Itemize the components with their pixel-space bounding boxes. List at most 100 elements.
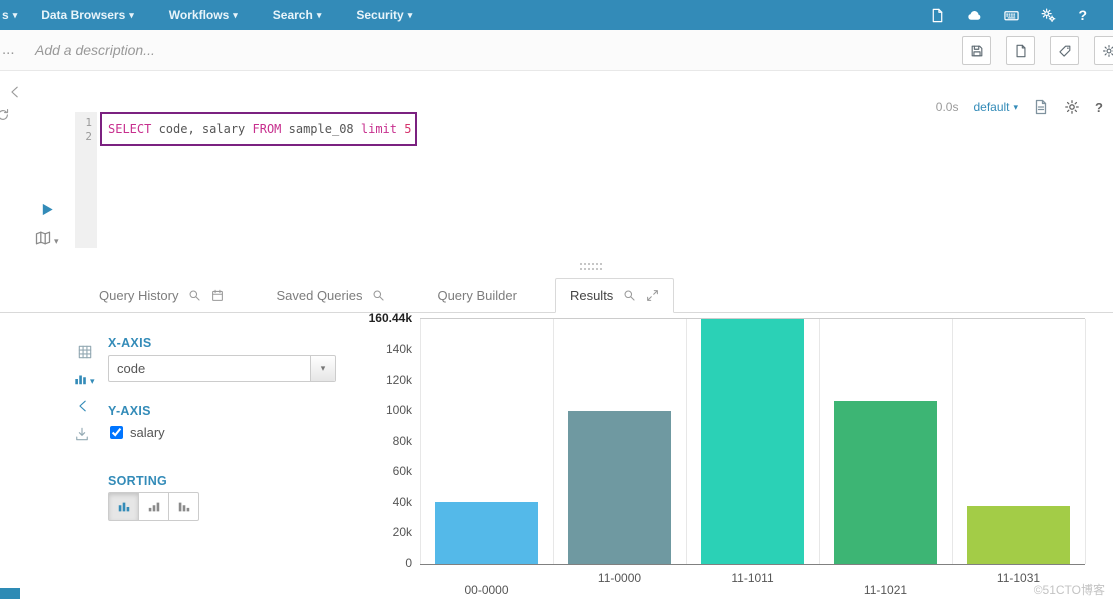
line-number: 2 (85, 130, 92, 143)
x-tick-label: 11-1021 (863, 583, 908, 597)
x-tick-label: 00-0000 (464, 583, 509, 597)
nav-item-label: s (2, 8, 9, 22)
y-tick-label: 160.44k (368, 311, 412, 325)
map-icon[interactable]: ▾ (35, 230, 59, 246)
nav-item-data-browsers[interactable]: Data Browsers ▾ (41, 8, 134, 22)
nav-item-label: Data Browsers (41, 8, 126, 22)
expand-icon[interactable] (646, 289, 659, 302)
watermark: ©51CTO博客 (1033, 583, 1105, 597)
chart-bar-11-1011[interactable] (700, 319, 805, 564)
nav-item-workflows[interactable]: Workflows ▾ (169, 8, 238, 22)
tags-button[interactable] (1050, 36, 1079, 65)
y-tick-label: 100k (385, 403, 412, 417)
keyboard-icon[interactable] (1004, 8, 1020, 23)
select-dropdown-button[interactable]: ▾ (310, 356, 335, 381)
cloud-icon[interactable] (967, 8, 982, 23)
sorting-heading: SORTING (108, 474, 168, 488)
chart-bar-11-1031[interactable] (966, 506, 1071, 564)
salary-label: salary (130, 425, 165, 440)
app-window: s ▾ Data Browsers ▾ Workflows ▾ Search ▾… (0, 0, 1113, 599)
gridline (819, 319, 820, 564)
download-icon[interactable] (75, 427, 89, 441)
chart-bar-11-1021[interactable] (833, 401, 938, 564)
nav-item-label: Security (356, 8, 404, 22)
code-area[interactable]: SELECT code, salary FROM sample_08 limit… (97, 112, 1113, 248)
nav-item-label: Search (272, 8, 313, 22)
gridline (1085, 319, 1086, 564)
tab-label: Results (569, 288, 614, 303)
nav-item-label: Workflows (168, 8, 230, 22)
chart-bar-00-0000[interactable] (434, 502, 539, 564)
y-tick-label: 120k (385, 373, 412, 387)
gears-icon[interactable] (1041, 8, 1056, 23)
sort-descending-button[interactable] (168, 492, 199, 521)
refresh-icon[interactable] (0, 108, 10, 122)
line-number: 1 (85, 116, 92, 129)
x-axis-selected-value: code (117, 361, 146, 376)
y-axis-series-row: salary (110, 425, 165, 440)
results-tabbar: Query History Saved Queries Query Builde… (0, 278, 1113, 313)
description-toolbar: ... Add a description... (0, 30, 1113, 71)
tab-query-builder[interactable]: Query Builder (423, 278, 530, 312)
save-button[interactable] (962, 36, 991, 65)
line-number-gutter: 1 2 (75, 112, 97, 248)
file-browser-icon[interactable] (930, 8, 945, 23)
help-icon[interactable]: ? (1078, 7, 1087, 23)
chart-bar-11-0000[interactable] (567, 411, 672, 564)
sql-number: 5 (404, 122, 412, 136)
y-tick-label: 20k (392, 525, 412, 539)
search-icon[interactable] (188, 289, 201, 302)
sql-keyword: SELECT (108, 122, 159, 136)
salary-checkbox[interactable] (110, 426, 123, 439)
results-panel: ▾ X-AXIS code ▾ Y-AXIS salary SORTING 0 … (0, 311, 1113, 599)
sql-identifier: code, salary (158, 122, 253, 136)
caret-down-icon: ▾ (90, 376, 95, 386)
x-axis-select[interactable]: code ▾ (108, 355, 336, 382)
corner-widget[interactable] (0, 588, 20, 599)
chart-y-axis: 0 20k 40k 60k 80k 100k 120k 140k 160.44k (336, 311, 412, 570)
sort-ascending-button[interactable] (138, 492, 169, 521)
sorting-buttons (108, 492, 199, 521)
gridline (553, 319, 554, 564)
chart-plot (420, 318, 1086, 565)
execute-button[interactable] (40, 202, 55, 217)
sql-keyword: FROM (252, 122, 289, 136)
bar-chart-icon[interactable]: ▾ (74, 372, 95, 386)
tab-label: Query History (99, 287, 179, 303)
tab-saved-queries[interactable]: Saved Queries (262, 278, 399, 312)
tab-label: Saved Queries (276, 287, 363, 303)
x-tick-label: 11-0000 (597, 571, 642, 585)
grid-view-icon[interactable] (78, 345, 92, 359)
chevron-left-icon[interactable] (76, 399, 90, 413)
search-icon[interactable] (372, 289, 385, 302)
search-icon[interactable] (623, 289, 636, 302)
settings-button[interactable] (1094, 36, 1113, 65)
caret-down-icon: ▾ (129, 9, 134, 20)
caret-down-icon: ▾ (320, 363, 326, 373)
panel-resizer-grip[interactable] (580, 263, 602, 270)
caret-down-icon: ▾ (407, 9, 413, 20)
y-tick-label: 140k (385, 342, 412, 356)
nav-item-partial[interactable]: s ▾ (2, 8, 17, 22)
new-document-button[interactable] (1006, 36, 1035, 65)
caret-down-icon: ▾ (316, 9, 322, 20)
description-input[interactable]: Add a description... (35, 42, 155, 58)
caret-down-icon: ▾ (233, 9, 238, 20)
calendar-icon[interactable] (211, 289, 224, 302)
y-tick-label: 60k (392, 464, 412, 478)
x-axis-heading: X-AXIS (108, 336, 152, 350)
y-tick-label: 0 (405, 556, 412, 570)
y-tick-label: 80k (392, 434, 412, 448)
nav-item-search[interactable]: Search ▾ (273, 8, 322, 22)
chart-x-axis: 00-0000 11-0000 11-1011 11-1021 11-1031 (420, 569, 1085, 599)
tab-query-history[interactable]: Query History (85, 278, 238, 312)
tab-results[interactable]: Results (554, 278, 675, 313)
query-selection-box: SELECT code, salary FROM sample_08 limit… (100, 112, 417, 146)
tab-label: Query Builder (437, 287, 517, 303)
truncated-query-title: ... (2, 41, 15, 58)
caret-down-icon: ▾ (54, 236, 59, 246)
chevron-left-icon[interactable] (8, 85, 22, 99)
caret-down-icon: ▾ (1013, 101, 1019, 112)
nav-item-security[interactable]: Security ▾ (356, 8, 412, 22)
sort-none-button[interactable] (108, 492, 139, 521)
